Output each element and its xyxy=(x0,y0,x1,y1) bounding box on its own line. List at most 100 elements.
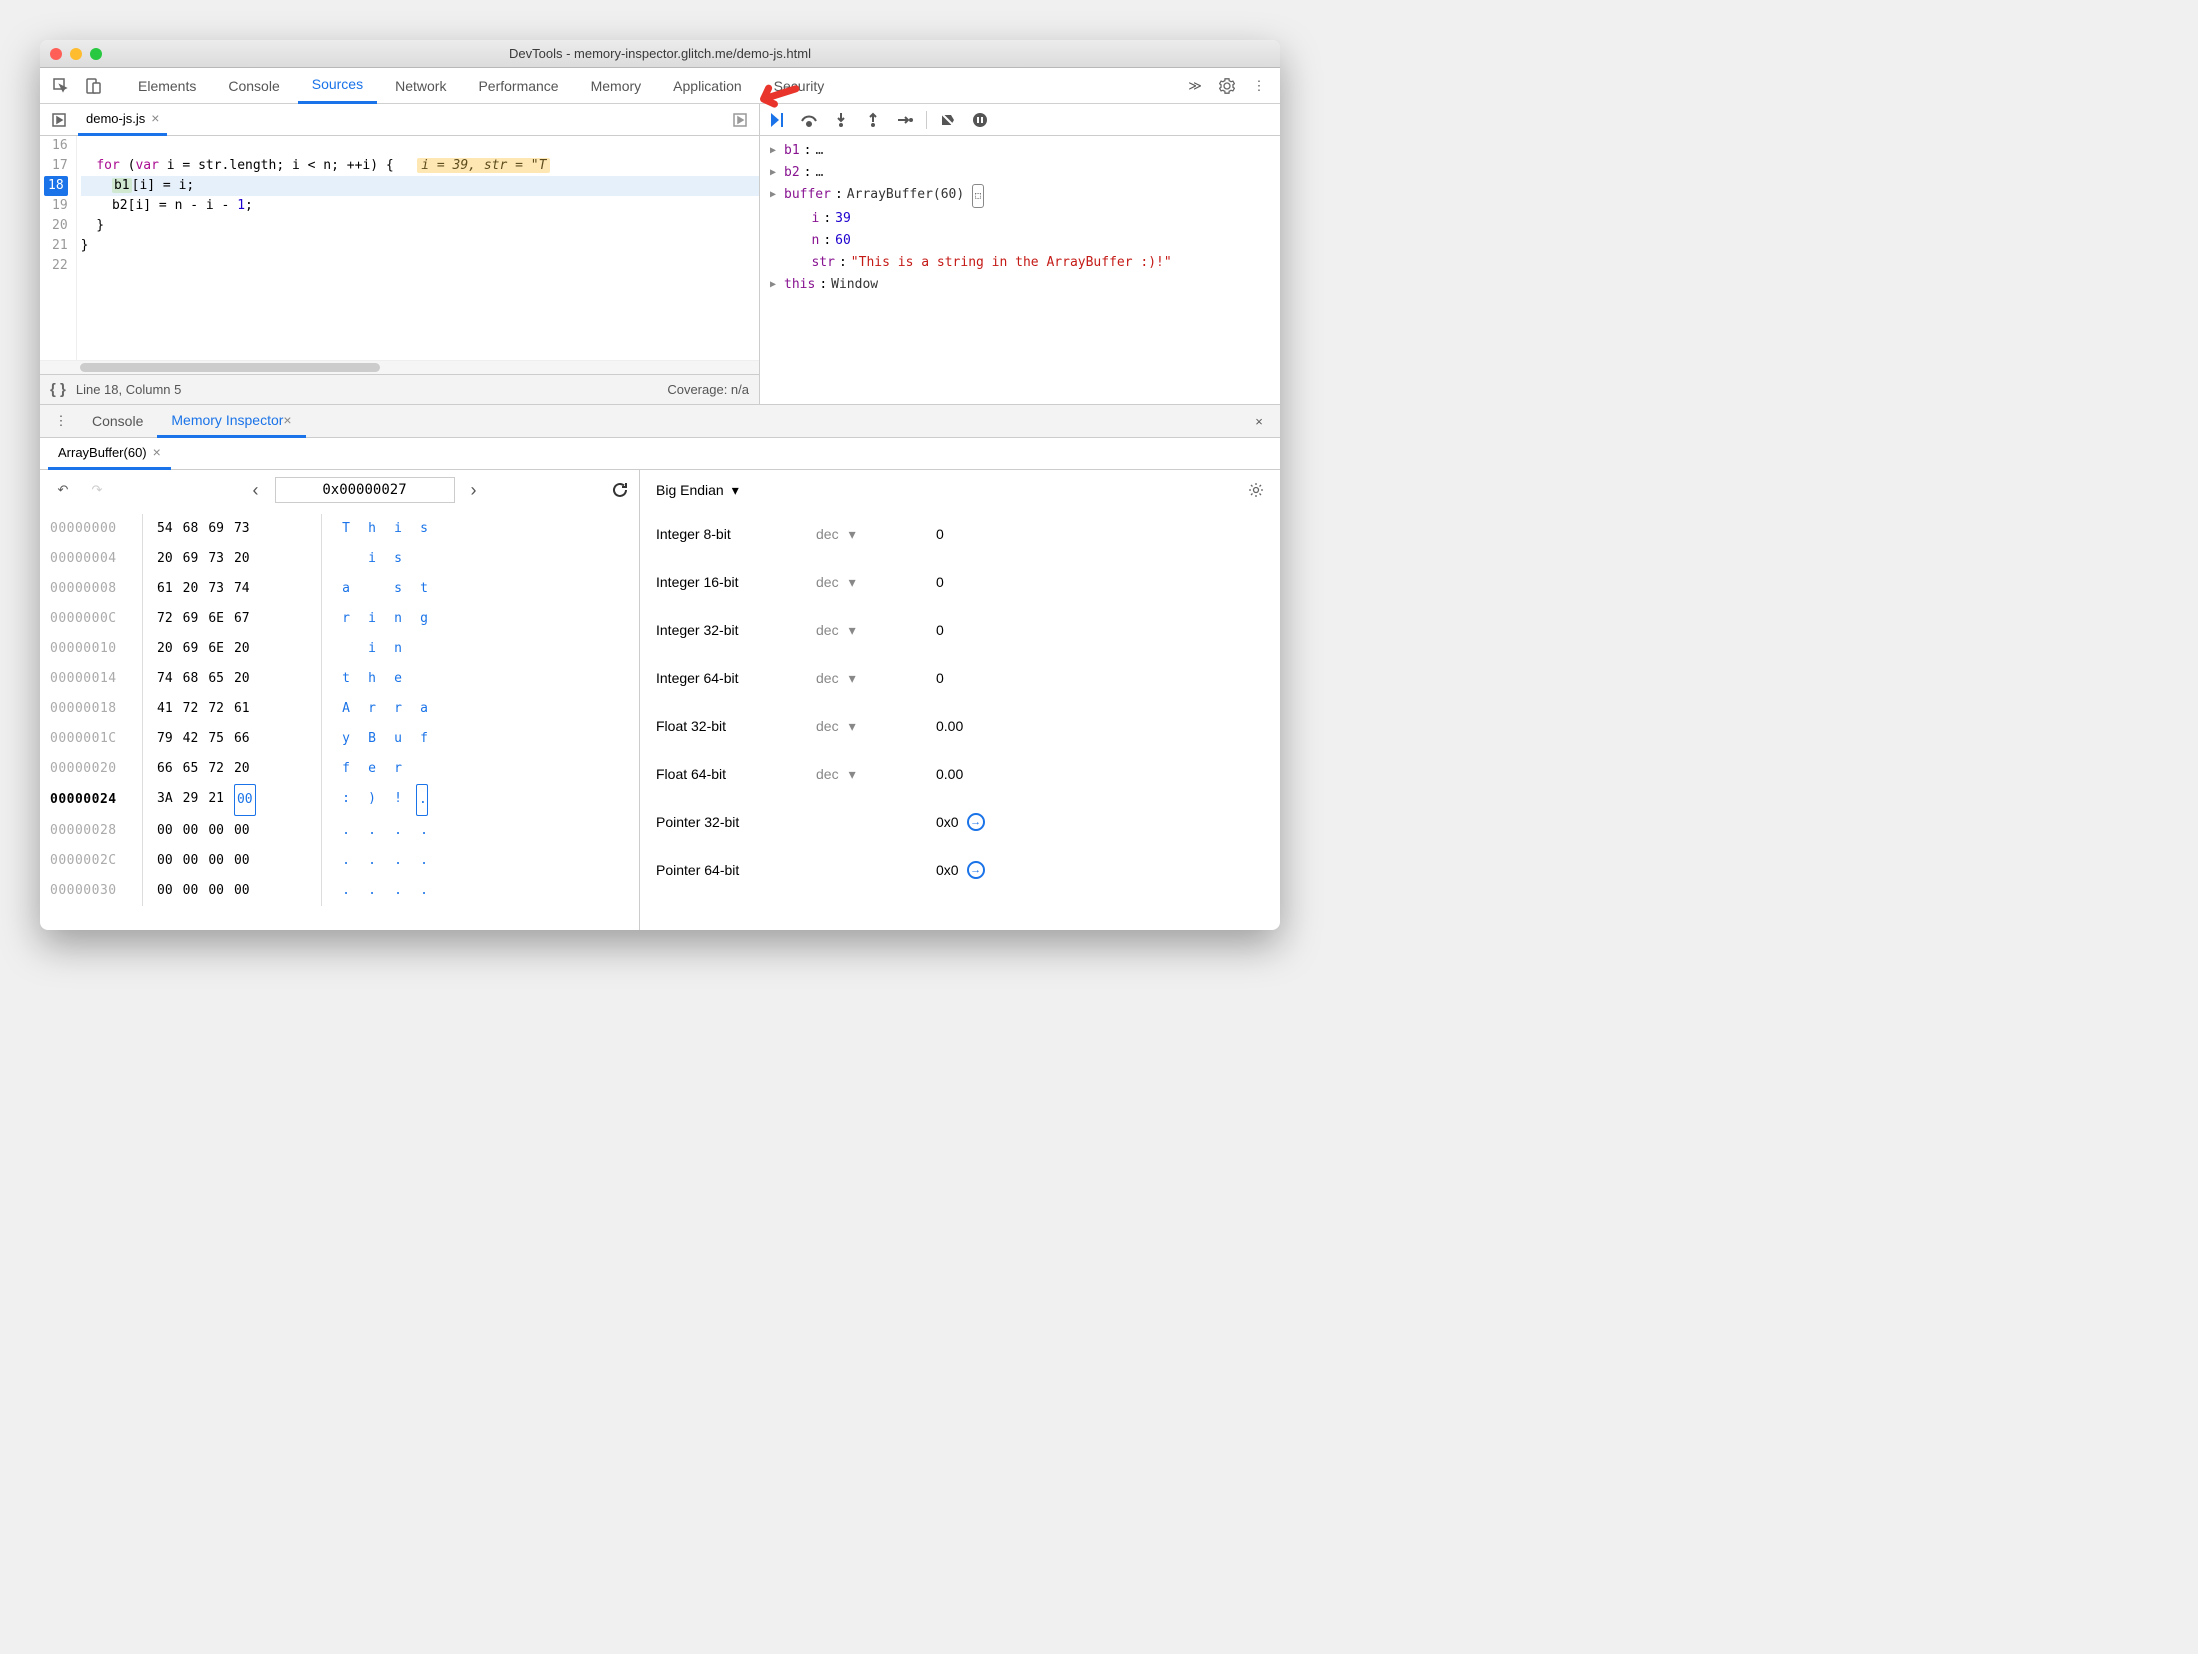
drawer-kebab-icon[interactable]: ⋮ xyxy=(48,408,74,434)
file-tab-label: demo-js.js xyxy=(86,111,145,126)
pretty-print-icon[interactable]: { } xyxy=(50,381,66,398)
format-select[interactable]: dec ▾ xyxy=(816,574,936,591)
more-tabs-icon[interactable]: ≫ xyxy=(1182,73,1208,99)
drawer-tab-console[interactable]: Console xyxy=(78,404,157,438)
scope-row-i[interactable]: i: 39 xyxy=(770,208,1270,230)
close-icon[interactable]: × xyxy=(283,412,291,428)
scope-variables: ▶b1: …▶b2: …▶buffer: ArrayBuffer(60)⬚ i:… xyxy=(760,136,1280,404)
step-out-icon[interactable] xyxy=(862,109,884,131)
address-input[interactable] xyxy=(275,477,455,503)
device-icon[interactable] xyxy=(80,73,106,99)
hex-row[interactable]: 0000001474686520the xyxy=(50,664,629,694)
debugger-pane: ▶b1: …▶b2: …▶buffer: ArrayBuffer(60)⬚ i:… xyxy=(760,104,1280,404)
redo-icon[interactable]: ↷ xyxy=(84,477,110,503)
interp-row: Integer 8-bitdec ▾0 xyxy=(656,510,1264,558)
debugger-toolbar xyxy=(760,104,1280,136)
code-editor[interactable]: 16171819202122 for (var i = str.length; … xyxy=(40,136,759,360)
close-icon[interactable]: × xyxy=(153,444,161,460)
hex-row[interactable]: 0000002C00000000.... xyxy=(50,846,629,876)
scope-row-b2[interactable]: ▶b2: … xyxy=(770,162,1270,184)
interp-row: Integer 64-bitdec ▾0 xyxy=(656,654,1264,702)
close-icon[interactable]: × xyxy=(151,110,159,126)
h-scrollbar[interactable] xyxy=(40,360,759,374)
deactivate-bp-icon[interactable] xyxy=(937,109,959,131)
drawer-tabs: ⋮ ConsoleMemory Inspector × × xyxy=(40,404,1280,438)
step-over-icon[interactable] xyxy=(798,109,820,131)
format-select[interactable]: dec ▾ xyxy=(816,622,936,639)
main-toolbar: ElementsConsoleSourcesNetworkPerformance… xyxy=(40,68,1280,104)
jump-icon[interactable]: → xyxy=(967,813,985,831)
tab-application[interactable]: Application xyxy=(659,68,756,104)
hex-row[interactable]: 0000000420697320 is xyxy=(50,544,629,574)
hex-row[interactable]: 0000003000000000.... xyxy=(50,876,629,906)
format-select[interactable]: dec ▾ xyxy=(816,718,936,735)
refresh-icon[interactable] xyxy=(611,481,629,499)
jump-icon[interactable]: → xyxy=(967,861,985,879)
hex-row[interactable]: 0000001C79427566yBuf xyxy=(50,724,629,754)
coverage-status: Coverage: n/a xyxy=(667,382,749,397)
scope-row-this[interactable]: ▶this: Window xyxy=(770,274,1270,296)
drawer-close-icon[interactable]: × xyxy=(1246,408,1272,434)
window-title: DevTools - memory-inspector.glitch.me/de… xyxy=(40,46,1280,61)
chevron-down-icon: ▾ xyxy=(732,482,739,499)
prev-page-icon[interactable]: ‹ xyxy=(245,480,267,501)
interp-toolbar: Big Endian ▾ xyxy=(640,470,1280,510)
hex-viewer: ↶ ↷ ‹ › 0000000054686973This000000042069… xyxy=(40,470,640,930)
tab-sources[interactable]: Sources xyxy=(298,68,377,104)
format-select[interactable]: dec ▾ xyxy=(816,526,936,543)
scope-row-b1[interactable]: ▶b1: … xyxy=(770,140,1270,162)
tab-elements[interactable]: Elements xyxy=(124,68,210,104)
tab-network[interactable]: Network xyxy=(381,68,460,104)
gear-icon[interactable] xyxy=(1214,73,1240,99)
format-select[interactable]: dec ▾ xyxy=(816,670,936,687)
hex-row[interactable]: 0000000C72696E67ring xyxy=(50,604,629,634)
interp-settings-icon[interactable] xyxy=(1248,482,1264,498)
kebab-icon[interactable]: ⋮ xyxy=(1246,73,1272,99)
drawer-tab-memory-inspector[interactable]: Memory Inspector × xyxy=(157,404,305,438)
tab-console[interactable]: Console xyxy=(214,68,293,104)
value-interpreter: Big Endian ▾ Integer 8-bitdec ▾0Integer … xyxy=(640,470,1280,930)
tab-memory[interactable]: Memory xyxy=(577,68,656,104)
scope-row-str[interactable]: str: "This is a string in the ArrayBuffe… xyxy=(770,252,1270,274)
hex-row[interactable]: 0000002800000000.... xyxy=(50,816,629,846)
hex-row[interactable]: 0000002066657220fer xyxy=(50,754,629,784)
panel-tabs: ElementsConsoleSourcesNetworkPerformance… xyxy=(124,68,1176,104)
interp-row: Integer 16-bitdec ▾0 xyxy=(656,558,1264,606)
hex-row[interactable]: 0000000054686973This xyxy=(50,514,629,544)
hex-grid[interactable]: 0000000054686973This0000000420697320 is … xyxy=(40,510,639,916)
tab-performance[interactable]: Performance xyxy=(464,68,572,104)
undo-icon[interactable]: ↶ xyxy=(50,477,76,503)
scope-row-n[interactable]: n: 60 xyxy=(770,230,1270,252)
cursor-position: Line 18, Column 5 xyxy=(76,382,182,397)
hex-row[interactable]: 0000001841727261Arra xyxy=(50,694,629,724)
format-select[interactable]: dec ▾ xyxy=(816,766,936,783)
inspect-icon[interactable] xyxy=(48,73,74,99)
step-into-icon[interactable] xyxy=(830,109,852,131)
snippet-icon[interactable] xyxy=(727,107,753,133)
sources-pane: demo-js.js × 16171819202122 for (var i =… xyxy=(40,104,760,404)
interp-row: Pointer 32-bit0x0 → xyxy=(656,798,1264,846)
mem-tab-label: ArrayBuffer(60) xyxy=(58,445,147,460)
pause-exceptions-icon[interactable] xyxy=(969,109,991,131)
hex-row[interactable]: 0000001020696E20 in xyxy=(50,634,629,664)
interp-row: Float 64-bitdec ▾0.00 xyxy=(656,750,1264,798)
hex-row[interactable]: 0000000861207374a st xyxy=(50,574,629,604)
devtools-window: DevTools - memory-inspector.glitch.me/de… xyxy=(40,40,1280,930)
titlebar: DevTools - memory-inspector.glitch.me/de… xyxy=(40,40,1280,68)
scope-row-buffer[interactable]: ▶buffer: ArrayBuffer(60)⬚ xyxy=(770,184,1270,208)
status-bar: { } Line 18, Column 5 Coverage: n/a xyxy=(40,374,759,404)
endian-select[interactable]: Big Endian ▾ xyxy=(656,482,739,499)
hex-row[interactable]: 000000243A292100:)!. xyxy=(50,784,629,816)
interp-row: Pointer 64-bit0x0 → xyxy=(656,846,1264,894)
mem-tab-arraybuffer[interactable]: ArrayBuffer(60) × xyxy=(48,438,171,470)
step-icon[interactable] xyxy=(894,109,916,131)
file-tab-demo-js[interactable]: demo-js.js × xyxy=(78,104,167,136)
interp-row: Integer 32-bitdec ▾0 xyxy=(656,606,1264,654)
mem-inspector-tabs: ArrayBuffer(60) × xyxy=(40,438,1280,470)
next-page-icon[interactable]: › xyxy=(463,480,485,501)
interp-rows: Integer 8-bitdec ▾0Integer 16-bitdec ▾0I… xyxy=(640,510,1280,894)
hex-toolbar: ↶ ↷ ‹ › xyxy=(40,470,639,510)
interp-row: Float 32-bitdec ▾0.00 xyxy=(656,702,1264,750)
file-tabs: demo-js.js × xyxy=(40,104,759,136)
navigator-icon[interactable] xyxy=(46,107,72,133)
